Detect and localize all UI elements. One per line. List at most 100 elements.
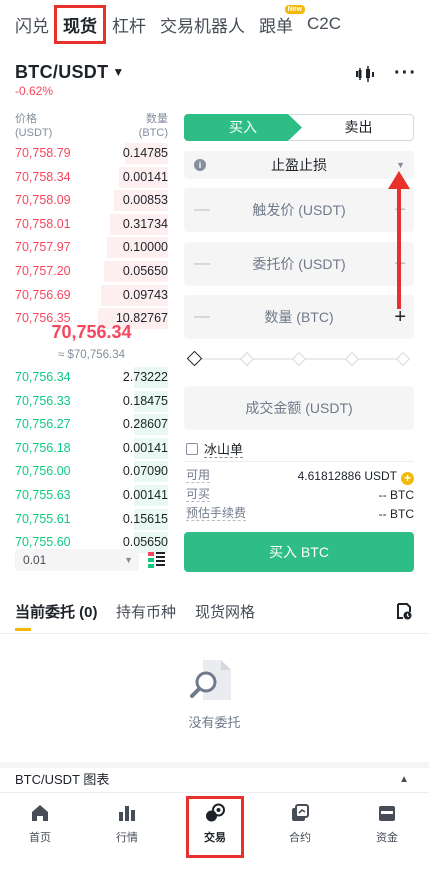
ask-row[interactable]: 70,758.01 0.31734 (15, 213, 168, 236)
nav-wallet[interactable]: 资金 (357, 801, 417, 845)
nav-futures-label: 合约 (289, 832, 311, 844)
minus-icon[interactable]: — (194, 242, 210, 286)
nav-futures[interactable]: 合约 (270, 801, 330, 845)
bid-row[interactable]: 70,756.00 0.07090 (15, 460, 168, 483)
row-price: 70,755.63 (15, 488, 71, 502)
iceberg-option[interactable]: 冰山单 (186, 439, 244, 458)
highlight-box (186, 796, 244, 858)
slider-handle[interactable] (186, 350, 203, 367)
tab-c2c[interactable]: C2C (307, 14, 341, 34)
slider-mark-75[interactable] (344, 351, 360, 367)
candlestick-chart-icon[interactable] (355, 64, 375, 84)
price-header-label: 价格 (15, 113, 37, 125)
qty-header: 数量 (BTC) (138, 113, 168, 139)
trigger-price-placeholder: 触发价 (USDT) (252, 202, 346, 218)
nav-markets[interactable]: 行情 (97, 801, 157, 845)
max-buy-label: 可买 (186, 487, 211, 502)
row-price: 70,757.20 (15, 264, 71, 278)
nav-markets-label: 行情 (116, 832, 138, 844)
active-tab-indicator (15, 628, 31, 631)
iceberg-label: 冰山单 (204, 442, 244, 458)
tab-copy-trading-label: 跟单 (259, 16, 293, 36)
tab-margin[interactable]: 杠杆 (112, 12, 146, 37)
nav-home-label: 首页 (29, 832, 51, 844)
caret-down-icon: ▼ (112, 65, 125, 79)
empty-state-text: 没有委托 (188, 715, 241, 730)
limit-price-field[interactable]: — 委托价 (USDT) + (184, 242, 414, 286)
fee-value: -- BTC (378, 507, 414, 521)
ask-row[interactable]: 70,758.09 0.00853 (15, 189, 168, 212)
buy-tab[interactable]: 买入 (184, 114, 302, 141)
last-price[interactable]: 70,756.34 (15, 322, 168, 343)
caret-down-icon: ▼ (124, 555, 133, 565)
row-qty: 0.18475 (122, 393, 168, 408)
home-icon (32, 805, 48, 821)
caret-up-icon: ▲ (399, 774, 409, 785)
tab-holdings[interactable]: 持有币种 (116, 601, 176, 622)
ask-row[interactable]: 70,757.97 0.10000 (15, 236, 168, 259)
row-qty: 0.00853 (122, 193, 168, 208)
bid-row[interactable]: 70,755.63 0.00141 (15, 484, 168, 507)
ask-row[interactable]: 70,758.79 0.14785 (15, 142, 168, 165)
row-price: 70,758.01 (15, 216, 71, 231)
row-qty: 0.31734 (122, 216, 168, 231)
row-price: 70,756.69 (15, 287, 71, 302)
price-change: -0.62% (15, 84, 54, 98)
row-qty: 0.00141 (122, 169, 168, 184)
depth-select[interactable]: 0.01 ▼ (15, 549, 139, 571)
ask-row[interactable]: 70,758.34 0.00141 (15, 166, 168, 189)
futures-icon (292, 804, 309, 821)
nav-home[interactable]: 首页 (10, 801, 70, 845)
row-qty: 0.07090 (122, 464, 168, 479)
row-price: 70,758.34 (15, 169, 71, 184)
tab-convert[interactable]: 闪兑 (15, 12, 49, 37)
tab-spot[interactable]: 现货 (54, 4, 106, 44)
trigger-price-field[interactable]: — 触发价 (USDT) + (184, 188, 414, 232)
tab-copy-trading[interactable]: 跟单 New (259, 4, 305, 37)
chart-toggle-bar[interactable]: BTC/USDT 图表 ▲ (0, 762, 429, 792)
order-type-select[interactable]: i 止盈止损 ▼ (184, 151, 414, 179)
tab-trading-bots[interactable]: 交易机器人 (160, 12, 245, 37)
divider (0, 633, 429, 634)
row-qty: 0.00141 (122, 488, 168, 502)
amount-slider[interactable] (186, 350, 411, 368)
row-qty: 0.09743 (122, 287, 168, 302)
total-field[interactable]: 成交金额 (USDT) (184, 386, 414, 430)
total-placeholder: 成交金额 (USDT) (245, 400, 353, 416)
row-price: 70,756.27 (15, 417, 71, 432)
depth-select-value: 0.01 (23, 553, 47, 567)
row-qty: 0.05650 (122, 264, 168, 278)
orderbook-layout-icon[interactable] (148, 551, 166, 569)
available-row: 可用 4.61812886 USDT + (184, 468, 414, 485)
slider-mark-25[interactable] (239, 351, 255, 367)
more-icon[interactable]: ··· (394, 62, 417, 85)
amount-field[interactable]: — 数量 (BTC) + (184, 295, 414, 339)
tab-spot-grid[interactable]: 现货网格 (195, 601, 255, 622)
bid-row[interactable]: 70,756.27 0.28607 (15, 413, 168, 436)
bid-row[interactable]: 70,755.61 0.15615 (15, 508, 168, 531)
buy-btc-button[interactable]: 买入 BTC (184, 532, 414, 572)
row-qty: 2.73222 (122, 370, 168, 384)
available-value: 4.61812886 USDT (297, 469, 397, 483)
order-history-icon[interactable] (396, 603, 412, 620)
sell-tab[interactable]: 卖出 (289, 114, 414, 141)
row-qty: 0.00141 (122, 440, 168, 455)
bid-row[interactable]: 70,756.18 0.00141 (15, 437, 168, 460)
ask-row[interactable]: 70,756.69 0.09743 (15, 284, 168, 307)
tab-open-orders[interactable]: 当前委托 (0) (15, 601, 98, 622)
ask-row[interactable]: 70,757.20 0.05650 (15, 260, 168, 283)
row-qty: 0.14785 (122, 146, 168, 160)
divider (184, 461, 414, 462)
bid-row[interactable]: 70,756.34 2.73222 (15, 366, 168, 389)
bid-row[interactable]: 70,756.33 0.18475 (15, 390, 168, 413)
slider-mark-50[interactable] (291, 351, 307, 367)
minus-icon[interactable]: — (194, 188, 210, 232)
iceberg-checkbox[interactable] (186, 443, 198, 455)
chart-bar-label: BTC/USDT 图表 (15, 772, 110, 787)
add-funds-icon[interactable]: + (401, 472, 414, 485)
new-badge: New (284, 4, 305, 14)
slider-mark-100[interactable] (395, 351, 411, 367)
minus-icon[interactable]: — (194, 295, 210, 339)
info-icon[interactable]: i (194, 159, 206, 171)
top-tabs: 闪兑 现货 杠杆 交易机器人 跟单 New C2C (0, 0, 429, 48)
